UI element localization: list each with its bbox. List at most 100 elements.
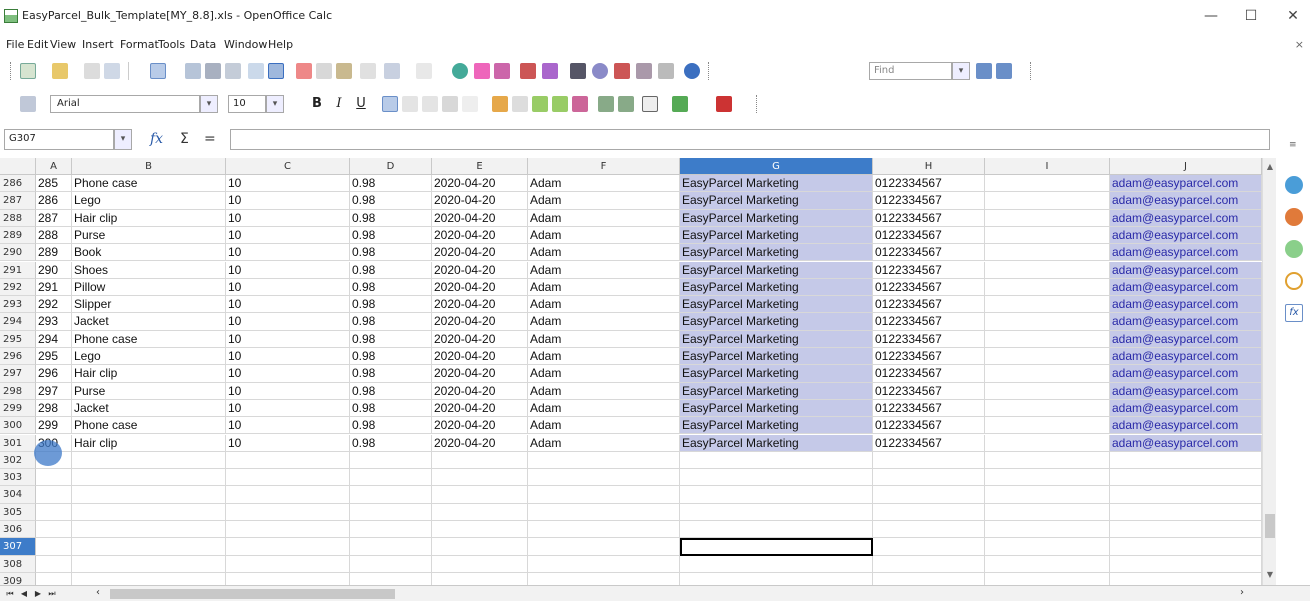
cell-e[interactable]: 2020-04-20: [432, 244, 528, 262]
cell-a[interactable]: 299: [36, 417, 72, 435]
find-dropdown-icon[interactable]: ▾: [952, 62, 970, 80]
menu-insert[interactable]: Insert: [82, 38, 114, 51]
draw-functions-icon[interactable]: [542, 63, 558, 79]
edit-file-icon[interactable]: [150, 63, 166, 79]
clone-formatting-icon[interactable]: [360, 63, 376, 79]
cell-f[interactable]: Adam: [528, 192, 680, 210]
standard-format-icon[interactable]: [532, 96, 548, 112]
cell-h[interactable]: 0122334567: [873, 209, 985, 227]
menu-view[interactable]: View: [50, 38, 76, 51]
cell-e[interactable]: 2020-04-20: [432, 348, 528, 366]
sidebar-navigator-icon[interactable]: [1285, 272, 1303, 290]
new-document-icon[interactable]: [20, 63, 36, 79]
find-previous-icon[interactable]: [996, 63, 1012, 79]
cell-i[interactable]: [985, 382, 1110, 400]
borders-icon[interactable]: [642, 96, 658, 112]
cell-i[interactable]: [985, 261, 1110, 279]
row-header[interactable]: 287: [0, 192, 36, 210]
cell-a[interactable]: 294: [36, 330, 72, 348]
cell-d[interactable]: [350, 572, 432, 585]
formula-input[interactable]: [230, 129, 1270, 150]
cell-i[interactable]: [985, 555, 1110, 573]
cell-j[interactable]: [1110, 538, 1262, 556]
cell-e[interactable]: [432, 555, 528, 573]
sidebar-gallery-icon[interactable]: [1285, 240, 1303, 258]
horizontal-scroll-thumb[interactable]: [110, 589, 395, 599]
undo-icon[interactable]: [384, 63, 400, 79]
cell-d[interactable]: 0.98: [350, 382, 432, 400]
cell-h[interactable]: [873, 572, 985, 585]
cell-d[interactable]: 0.98: [350, 175, 432, 193]
font-size-dropdown-icon[interactable]: ▾: [266, 95, 284, 113]
cell-i[interactable]: [985, 278, 1110, 297]
cell-b[interactable]: [72, 555, 226, 573]
cell-f[interactable]: [528, 572, 680, 585]
cell-c[interactable]: 10: [226, 278, 350, 297]
cell-f[interactable]: [528, 538, 680, 556]
cell-h[interactable]: 0122334567: [873, 382, 985, 400]
cell-e[interactable]: [432, 486, 528, 504]
cell-d[interactable]: 0.98: [350, 399, 432, 418]
cell-d[interactable]: [350, 555, 432, 573]
cell-g[interactable]: [680, 555, 873, 573]
cell-e[interactable]: 2020-04-20: [432, 417, 528, 435]
vertical-scroll-thumb[interactable]: [1265, 514, 1275, 538]
row-header[interactable]: 301: [0, 434, 36, 452]
font-name-field[interactable]: Arial: [50, 95, 200, 113]
cell-f[interactable]: [528, 503, 680, 521]
cell-d[interactable]: 0.98: [350, 434, 432, 452]
cell-b[interactable]: Book: [72, 244, 226, 262]
cell-a[interactable]: 286: [36, 192, 72, 210]
cell-e[interactable]: 2020-04-20: [432, 330, 528, 348]
cell-g[interactable]: EasyParcel Marketing: [680, 209, 873, 227]
cell-h[interactable]: [873, 451, 985, 470]
cell-f[interactable]: [528, 521, 680, 539]
cell-b[interactable]: [72, 486, 226, 504]
cell-g[interactable]: EasyParcel Marketing: [680, 417, 873, 435]
cell-e[interactable]: 2020-04-20: [432, 278, 528, 297]
export-pdf-icon[interactable]: [185, 63, 201, 79]
cell-d[interactable]: [350, 486, 432, 504]
spellcheck-icon[interactable]: [248, 63, 264, 79]
row-header[interactable]: 306: [0, 521, 36, 539]
toolbar-grip[interactable]: [708, 62, 711, 80]
cell-i[interactable]: [985, 348, 1110, 366]
row-header[interactable]: 307: [0, 538, 36, 556]
cell-e[interactable]: 2020-04-20: [432, 192, 528, 210]
scroll-down-icon[interactable]: ▼: [1263, 570, 1277, 582]
menu-file[interactable]: File: [6, 38, 24, 51]
cell-c[interactable]: [226, 503, 350, 521]
cell-i[interactable]: [985, 399, 1110, 418]
cell-j[interactable]: adam@easyparcel.com: [1110, 399, 1262, 418]
row-header[interactable]: 288: [0, 209, 36, 227]
cell-c[interactable]: [226, 451, 350, 470]
font-size-field[interactable]: 10: [228, 95, 266, 113]
cell-f[interactable]: [528, 555, 680, 573]
cell-g[interactable]: EasyParcel Marketing: [680, 365, 873, 383]
menu-tools[interactable]: Tools: [158, 38, 185, 51]
cell-e[interactable]: 2020-04-20: [432, 209, 528, 227]
navigator-icon[interactable]: [592, 63, 608, 79]
autospellcheck-icon[interactable]: [268, 63, 284, 79]
underline-button[interactable]: U: [352, 95, 370, 113]
redo-icon[interactable]: [416, 63, 432, 79]
cell-f[interactable]: [528, 451, 680, 470]
align-left-icon[interactable]: [382, 96, 398, 112]
cell-g[interactable]: EasyParcel Marketing: [680, 244, 873, 262]
column-header-f[interactable]: F: [528, 158, 680, 175]
cell-d[interactable]: 0.98: [350, 313, 432, 331]
cell-d[interactable]: 0.98: [350, 296, 432, 314]
properties-icon[interactable]: [1285, 176, 1303, 194]
find-input[interactable]: Find: [869, 62, 952, 80]
cell-e[interactable]: [432, 538, 528, 556]
first-sheet-icon[interactable]: ⏮: [4, 588, 16, 600]
cell-a[interactable]: [36, 469, 72, 487]
cell-g[interactable]: EasyParcel Marketing: [680, 261, 873, 279]
cell-g[interactable]: EasyParcel Marketing: [680, 330, 873, 348]
cell-f[interactable]: Adam: [528, 226, 680, 245]
cell-h[interactable]: 0122334567: [873, 278, 985, 297]
cell-j[interactable]: [1110, 451, 1262, 470]
cell-f[interactable]: [528, 469, 680, 487]
close-document-icon[interactable]: ×: [1295, 38, 1304, 51]
column-header-j[interactable]: J: [1110, 158, 1262, 175]
